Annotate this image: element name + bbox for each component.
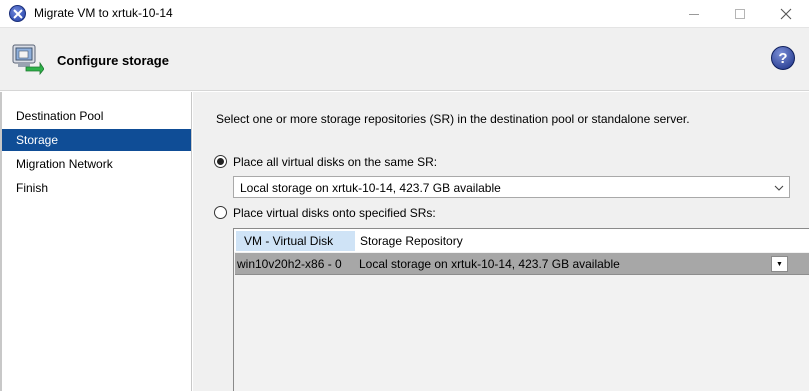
window-left-border [0, 92, 2, 391]
cell-virtual-disk: win10v20h2-x86 - 0 [237, 257, 342, 271]
title-bar: Migrate VM to xrtuk-10-14 [0, 0, 809, 27]
vm-migrate-icon [12, 44, 44, 75]
wizard-nav: Destination Pool Storage Migration Netwo… [0, 92, 192, 391]
same-sr-dropdown-value: Local storage on xrtuk-10-14, 423.7 GB a… [240, 181, 501, 195]
nav-item-destination-pool[interactable]: Destination Pool [2, 105, 191, 127]
specified-sr-radio-label[interactable]: Place virtual disks onto specified SRs: [233, 206, 436, 220]
specified-sr-radio[interactable] [214, 206, 227, 219]
close-button[interactable] [763, 0, 809, 27]
minimize-icon [689, 14, 699, 15]
table-row[interactable]: win10v20h2-x86 - 0 Local storage on xrtu… [235, 253, 809, 275]
chevron-down-icon [774, 185, 784, 191]
disk-sr-grid: VM - Virtual Disk Storage Repository win… [233, 228, 809, 391]
grid-header: VM - Virtual Disk Storage Repository [234, 229, 809, 252]
instructions-text: Select one or more storage repositories … [216, 112, 690, 126]
same-sr-radio-label[interactable]: Place all virtual disks on the same SR: [233, 155, 437, 169]
app-close-circle-icon [9, 5, 26, 22]
page-title: Configure storage [57, 53, 169, 68]
maximize-icon [735, 8, 745, 19]
same-sr-dropdown[interactable]: Local storage on xrtuk-10-14, 423.7 GB a… [233, 176, 790, 198]
grid-empty-area [235, 276, 809, 391]
cell-storage-repository[interactable]: Local storage on xrtuk-10-14, 423.7 GB a… [359, 257, 620, 271]
dropdown-arrow-icon[interactable]: ▼ [771, 256, 788, 272]
help-icon[interactable]: ? [771, 46, 795, 70]
window-title: Migrate VM to xrtuk-10-14 [34, 6, 173, 20]
page-header: Configure storage [0, 27, 809, 91]
minimize-button[interactable] [671, 0, 717, 27]
maximize-button[interactable] [717, 0, 763, 27]
nav-item-migration-network[interactable]: Migration Network [2, 153, 191, 175]
same-sr-radio[interactable] [214, 155, 227, 168]
column-header-virtual-disk[interactable]: VM - Virtual Disk [236, 231, 355, 251]
storage-panel: Select one or more storage repositories … [193, 92, 809, 391]
nav-item-finish[interactable]: Finish [2, 177, 191, 199]
column-header-storage-repository[interactable]: Storage Repository [360, 231, 463, 251]
close-icon [780, 8, 792, 19]
nav-item-storage[interactable]: Storage [2, 129, 191, 151]
